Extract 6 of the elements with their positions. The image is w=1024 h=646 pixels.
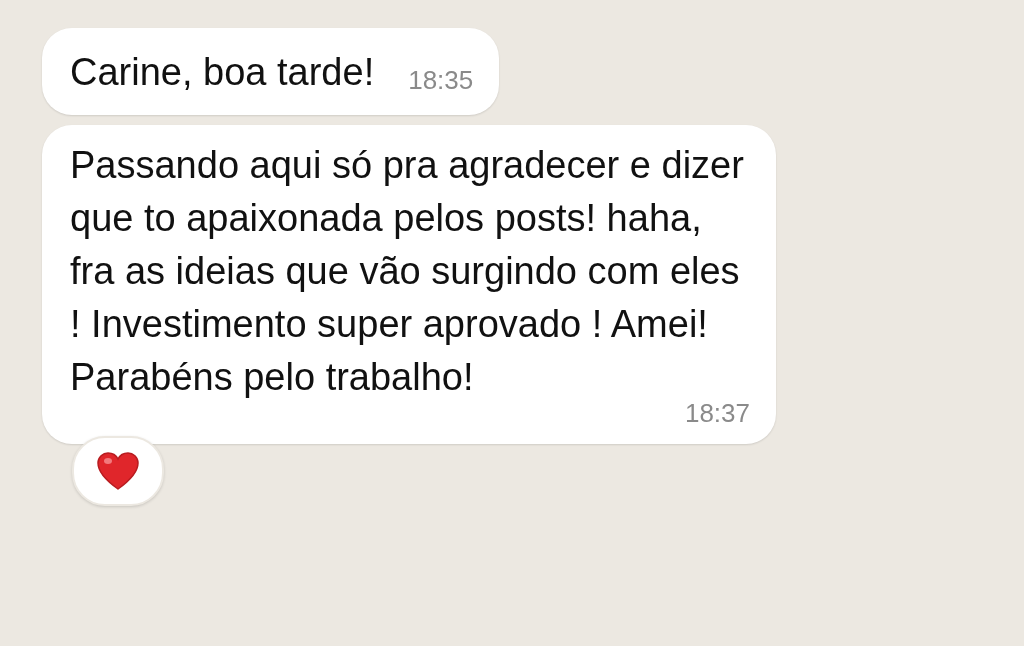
reaction-badge[interactable] — [72, 436, 164, 506]
message-time: 18:35 — [408, 65, 474, 95]
message-text: Passando aqui só pra agradecer e dizer que to apaixonada pelos posts! haha, fra as ideias que vão surgindo com eles ! Investimento super aprovado ! Amei! Parabéns pelo trabalho! — [70, 143, 745, 400]
message-text: Carine, boa tarde! — [70, 50, 375, 95]
heart-icon — [96, 451, 140, 491]
message-time: 18:37 — [684, 398, 750, 428]
